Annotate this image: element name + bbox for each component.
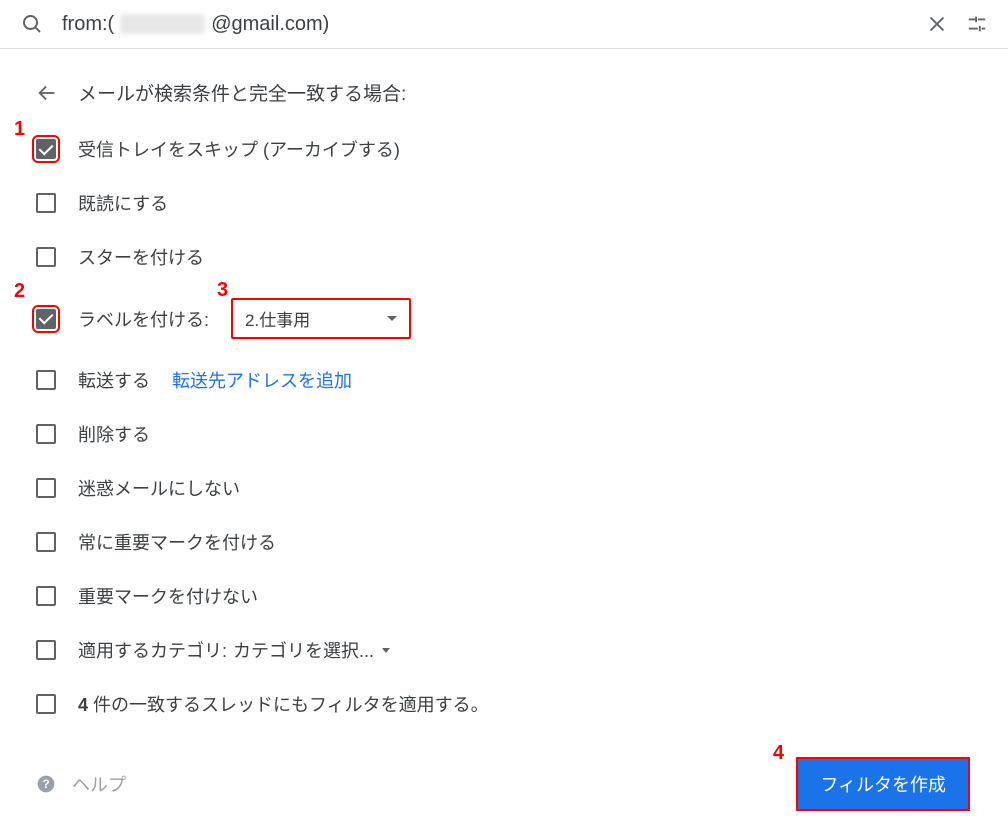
option-star: スターを付ける	[36, 244, 972, 270]
close-icon[interactable]	[926, 13, 948, 35]
search-icon[interactable]	[20, 12, 44, 36]
tune-icon[interactable]	[966, 13, 988, 35]
chevron-down-icon	[382, 648, 390, 653]
annotation-1: 1	[14, 118, 25, 141]
search-query[interactable]: from:( @gmail.com)	[62, 13, 908, 36]
heading-text: メールが検索条件と完全一致する場合:	[78, 79, 406, 106]
label-apply-label: ラベルを付ける:	[78, 306, 209, 332]
checkbox-apply-label[interactable]	[36, 309, 56, 329]
label-star: スターを付ける	[78, 244, 204, 270]
search-bar: from:( @gmail.com)	[0, 0, 1008, 49]
label-always-important: 常に重要マークを付ける	[78, 529, 276, 555]
annotation-3: 3	[217, 279, 228, 302]
checkbox-skip-inbox[interactable]	[36, 139, 56, 159]
label-dropdown-value: 2.仕事用	[245, 306, 310, 331]
svg-text:?: ?	[42, 778, 49, 791]
checkbox-apply-existing[interactable]	[36, 694, 56, 714]
option-forward: 転送する 転送先アドレスを追加	[36, 367, 972, 393]
label-never-important: 重要マークを付けない	[78, 583, 258, 609]
label-skip-inbox: 受信トレイをスキップ (アーカイブする)	[78, 136, 400, 162]
category-dropdown[interactable]: カテゴリを選択...	[233, 637, 390, 663]
label-never-spam: 迷惑メールにしない	[78, 475, 240, 501]
option-delete: 削除する	[36, 421, 972, 447]
checkbox-always-important[interactable]	[36, 532, 56, 552]
create-filter-button[interactable]: フィルタを作成	[798, 759, 968, 809]
label-category: 適用するカテゴリ: カテゴリを選択...	[78, 637, 390, 663]
footer-row: ? ヘルプ フィルタを作成	[36, 759, 972, 809]
heading-row: メールが検索条件と完全一致する場合:	[36, 79, 972, 106]
redacted-email-user	[120, 14, 205, 34]
checkbox-category[interactable]	[36, 640, 56, 660]
checkbox-forward[interactable]	[36, 370, 56, 390]
option-never-spam: 迷惑メールにしない	[36, 475, 972, 501]
option-apply-existing: 4 件の一致するスレッドにもフィルタを適用する。	[36, 691, 972, 717]
footer-wrap: 4 ? ヘルプ フィルタを作成	[36, 759, 972, 809]
checkbox-star[interactable]	[36, 247, 56, 267]
help-icon: ?	[36, 774, 56, 794]
annotation-2: 2	[14, 280, 25, 303]
checkbox-never-important[interactable]	[36, 586, 56, 606]
existing-suffix: 件の一致するスレッドにもフィルタを適用する。	[93, 695, 489, 715]
filter-panel: メールが検索条件と完全一致する場合: 1 受信トレイをスキップ (アーカイブする…	[0, 49, 1008, 829]
existing-count: 4	[78, 695, 88, 715]
back-icon[interactable]	[36, 82, 58, 104]
add-forwarding-link[interactable]: 転送先アドレスを追加	[172, 367, 352, 393]
option-skip-inbox: 1 受信トレイをスキップ (アーカイブする)	[36, 136, 972, 162]
label-dropdown[interactable]: 2.仕事用	[231, 298, 411, 339]
label-delete: 削除する	[78, 421, 150, 447]
query-prefix: from:(	[62, 13, 114, 36]
option-mark-read: 既読にする	[36, 190, 972, 216]
checkbox-never-spam[interactable]	[36, 478, 56, 498]
options-list: 1 受信トレイをスキップ (アーカイブする) 既読にする スターを付ける 2 ラ…	[36, 136, 972, 717]
chevron-down-icon	[387, 316, 397, 321]
option-category: 適用するカテゴリ: カテゴリを選択...	[36, 637, 972, 663]
label-mark-read: 既読にする	[78, 190, 168, 216]
label-forward: 転送する	[78, 367, 150, 393]
label-apply-existing: 4 件の一致するスレッドにもフィルタを適用する。	[78, 691, 489, 717]
checkbox-mark-read[interactable]	[36, 193, 56, 213]
option-never-important: 重要マークを付けない	[36, 583, 972, 609]
option-apply-label: 2 ラベルを付ける: 3 2.仕事用	[36, 298, 972, 339]
help-group[interactable]: ? ヘルプ	[36, 771, 126, 797]
help-label: ヘルプ	[72, 771, 126, 797]
option-always-important: 常に重要マークを付ける	[36, 529, 972, 555]
category-dropdown-value: カテゴリを選択...	[233, 637, 374, 663]
checkbox-delete[interactable]	[36, 424, 56, 444]
query-suffix: @gmail.com)	[211, 13, 329, 36]
category-label-text: 適用するカテゴリ:	[78, 637, 227, 663]
